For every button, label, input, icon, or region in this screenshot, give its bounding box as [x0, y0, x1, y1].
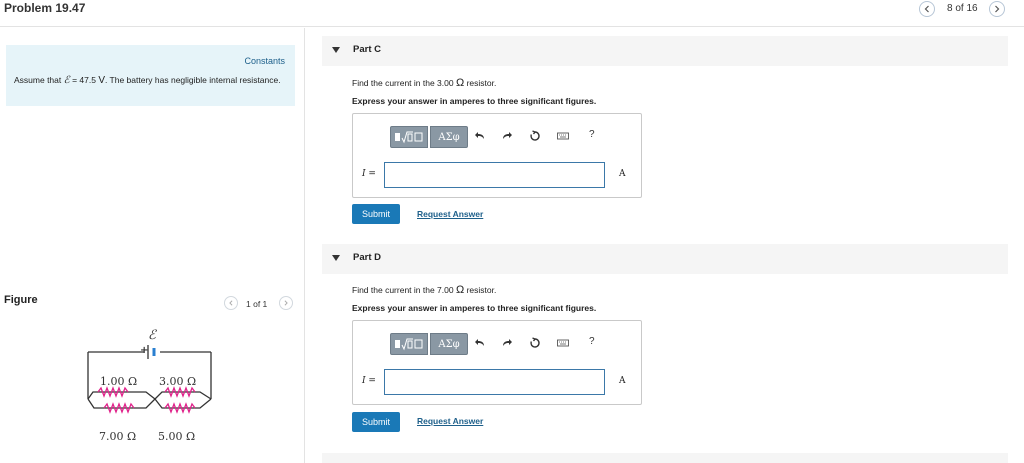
part-c-question: Find the current in the 3.00 Ω resistor. — [352, 77, 496, 89]
undo-button[interactable] — [473, 129, 487, 143]
lower-branch-wire — [154, 398, 212, 409]
math-toolbar: ΑΣφ — [390, 126, 469, 148]
keyboard-button[interactable] — [556, 129, 570, 143]
question-text: resistor. — [466, 285, 497, 295]
math-toolbar: ΑΣφ — [390, 333, 469, 355]
help-button[interactable]: ? — [589, 336, 595, 347]
keyboard-button[interactable] — [556, 336, 570, 350]
template-icon — [395, 338, 423, 351]
chevron-right-icon — [995, 5, 1000, 13]
templates-button[interactable] — [390, 333, 428, 355]
part-d-instruction: Express your answer in amperes to three … — [352, 303, 597, 313]
unit-label: A — [619, 169, 626, 179]
redo-button[interactable] — [500, 336, 514, 350]
resistor-label-5: 5.00 Ω — [158, 430, 195, 443]
constants-link[interactable]: Constants — [244, 56, 285, 66]
request-answer-link[interactable]: Request Answer — [417, 209, 483, 219]
column-divider — [304, 28, 305, 463]
symbols-button[interactable]: ΑΣφ — [430, 126, 468, 148]
assume-prefix: Assume that — [14, 75, 62, 85]
emf-label: ℰ — [148, 328, 157, 343]
battery-plus-sign: + — [140, 345, 148, 356]
request-answer-link[interactable]: Request Answer — [417, 416, 483, 426]
submit-button[interactable]: Submit — [352, 412, 400, 432]
reset-icon — [530, 130, 540, 141]
problem-title: Problem 19.47 — [4, 1, 86, 15]
part-d-answer-box: ΑΣφ ? I = A — [352, 320, 642, 405]
question-text: resistor. — [466, 78, 497, 88]
unit-label: A — [619, 376, 626, 386]
part-d-header[interactable]: Part D — [322, 244, 1008, 274]
redo-button[interactable] — [500, 129, 514, 143]
template-icon — [395, 131, 423, 144]
omega-symbol: Ω — [455, 284, 465, 296]
undo-button[interactable] — [473, 336, 487, 350]
figure-next-button[interactable] — [279, 296, 293, 310]
problem-statement: Assume that ℰ = 47.5 V. The battery has … — [14, 75, 284, 86]
part-title: Part D — [353, 252, 381, 263]
figure-label: Figure — [4, 294, 38, 306]
previous-problem-button[interactable] — [919, 1, 935, 17]
chevron-left-icon — [229, 300, 233, 306]
reset-button[interactable] — [528, 336, 542, 350]
answer-input[interactable] — [384, 369, 605, 395]
question-text: Find the current in the 7.00 — [352, 285, 454, 295]
chevron-right-icon — [284, 300, 288, 306]
circuit-diagram: + ℰ 1.00 Ω 3.00 Ω 7.00 Ω 5.00 Ω — [87, 328, 212, 443]
redo-icon — [503, 339, 512, 346]
lower-branch-wire — [87, 398, 156, 409]
assume-suffix: . The battery has negligible internal re… — [104, 75, 281, 85]
submit-button[interactable]: Submit — [352, 204, 400, 224]
collapse-triangle-icon — [332, 255, 340, 261]
undo-icon — [475, 132, 484, 139]
part-title: Part C — [353, 44, 381, 55]
next-problem-button[interactable] — [989, 1, 1005, 17]
resistor-label-7: 7.00 Ω — [99, 430, 136, 443]
emf-value: = 47.5 — [72, 75, 96, 85]
reset-icon — [530, 337, 540, 348]
redo-icon — [503, 132, 512, 139]
resistor-label-1: 1.00 Ω — [100, 375, 137, 388]
omega-symbol: Ω — [455, 77, 465, 89]
part-c-answer-box: ΑΣφ ? I = A — [352, 113, 642, 198]
resistor-label-3: 3.00 Ω — [159, 375, 196, 388]
keyboard-icon — [557, 132, 569, 140]
reset-button[interactable] — [528, 129, 542, 143]
collapse-triangle-icon — [332, 47, 340, 53]
part-c-header[interactable]: Part C — [322, 36, 1008, 66]
undo-icon — [475, 339, 484, 346]
figure-page-indicator: 1 of 1 — [246, 299, 268, 309]
emf-symbol: ℰ — [63, 75, 70, 86]
figure-prev-button[interactable] — [224, 296, 238, 310]
problem-page-indicator: 8 of 16 — [947, 3, 978, 14]
variable-label: I = — [362, 169, 376, 179]
keyboard-icon — [557, 339, 569, 347]
next-part-header — [322, 453, 1008, 463]
variable-label: I = — [362, 376, 376, 386]
chevron-left-icon — [924, 5, 929, 13]
top-bar: Problem 19.47 8 of 16 — [0, 0, 1024, 27]
answer-input[interactable] — [384, 162, 605, 188]
help-button[interactable]: ? — [589, 129, 595, 140]
constants-panel: Constants Assume that ℰ = 47.5 V. The ba… — [6, 45, 295, 106]
question-text: Find the current in the 3.00 — [352, 78, 454, 88]
part-d-question: Find the current in the 7.00 Ω resistor. — [352, 284, 496, 296]
symbols-button[interactable]: ΑΣφ — [430, 333, 468, 355]
templates-button[interactable] — [390, 126, 428, 148]
part-c-instruction: Express your answer in amperes to three … — [352, 96, 597, 106]
emf-unit: V — [98, 75, 105, 86]
